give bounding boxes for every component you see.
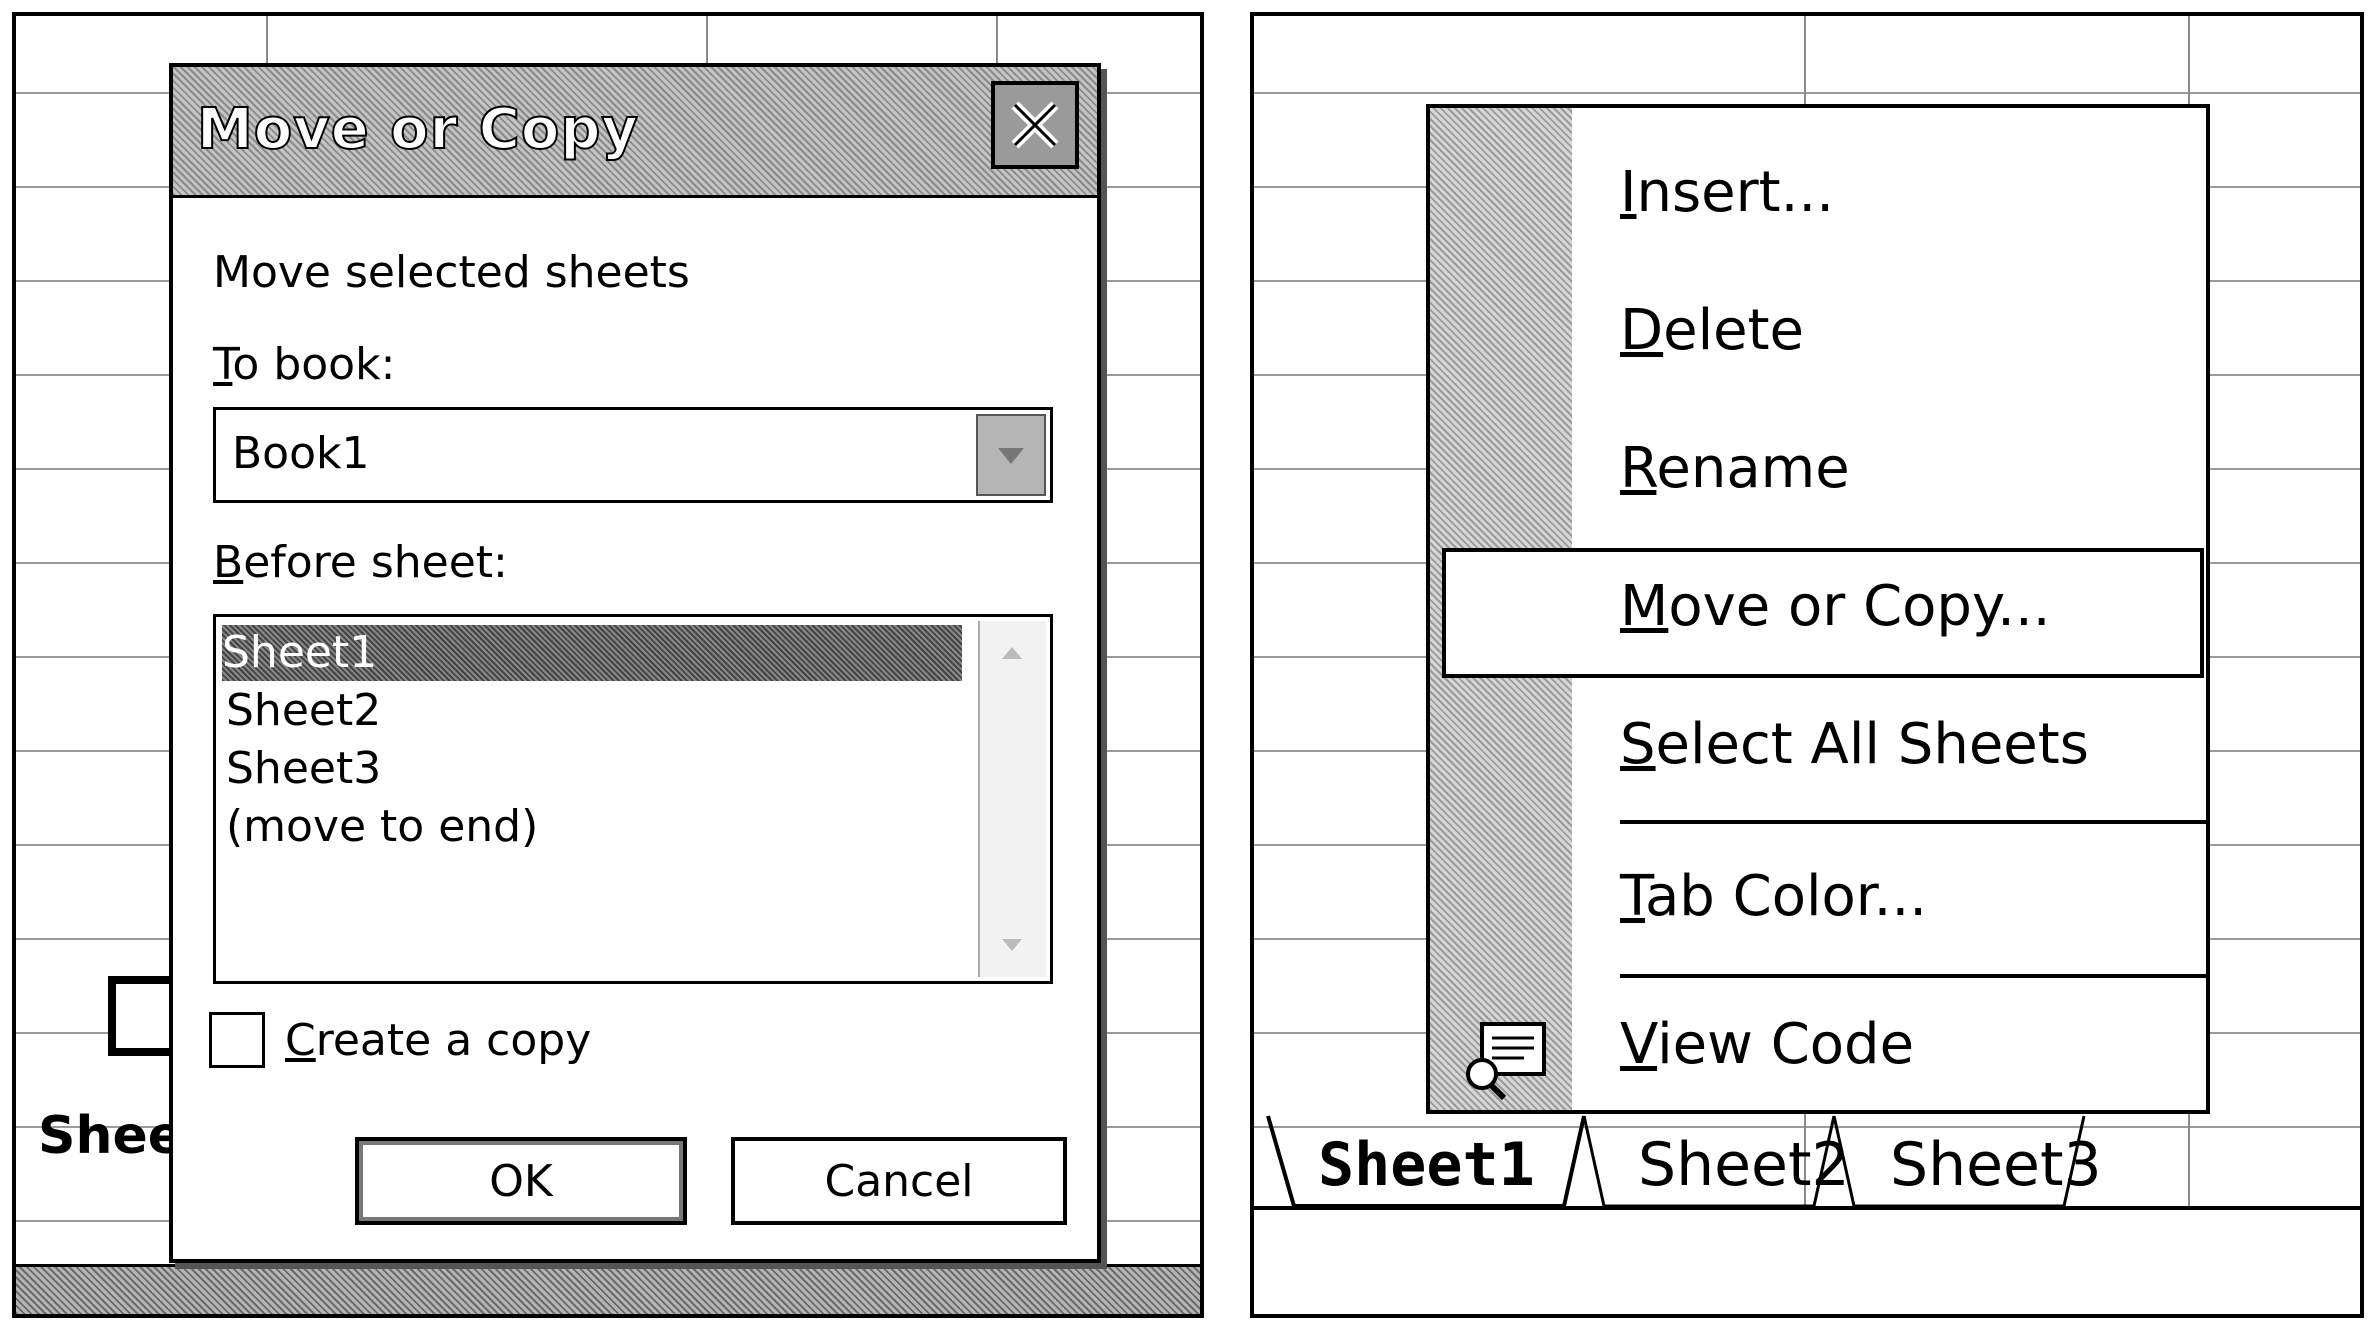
mnemonic-c: C (285, 1015, 316, 1066)
to-book-select[interactable]: Book1 (213, 407, 1053, 503)
dialog-prompt: Move selected sheets (213, 247, 690, 298)
menu-item-delete[interactable]: Delete (1620, 298, 1804, 363)
cancel-button[interactable]: Cancel (731, 1137, 1067, 1225)
sheet-context-menu: Insert... Delete Rename Move or Copy... … (1426, 104, 2210, 1114)
create-copy-label-rest: reate a copy (315, 1015, 592, 1066)
tab-sheet3[interactable]: Sheet3 (1890, 1130, 2102, 1200)
list-item-move-to-end[interactable]: (move to end) (226, 799, 538, 855)
sheet-tab-partial[interactable]: Shee (38, 1106, 183, 1166)
list-item-sheet2[interactable]: Sheet2 (226, 683, 381, 739)
mnemonic-t: T (213, 339, 233, 390)
list-item-sheet1[interactable]: Sheet1 (222, 625, 962, 681)
scroll-up-icon[interactable] (994, 635, 1030, 671)
before-sheet-list[interactable]: Sheet1 Sheet2 Sheet3 (move to end) (213, 614, 1053, 984)
list-scrollbar[interactable] (978, 621, 1046, 977)
tab-sheet1[interactable]: Sheet1 (1318, 1130, 1535, 1200)
menu-item-delete-label: elete (1663, 298, 1804, 363)
menu-item-insert-label: nsert... (1636, 160, 1835, 225)
to-book-label: To book: (213, 339, 395, 390)
view-code-icon (1466, 1022, 1546, 1100)
before-sheet-label-rest: efore sheet: (243, 537, 508, 588)
menu-item-tab-color-label: ab Color... (1644, 864, 1928, 929)
to-book-label-rest: o book: (232, 339, 396, 390)
menu-item-select-all-sheets-label: elect All Sheets (1655, 712, 2089, 777)
list-item-sheet3[interactable]: Sheet3 (226, 741, 381, 797)
right-screenshot-panel: Insert... Delete Rename Move or Copy... … (1250, 12, 2364, 1318)
create-copy-checkbox[interactable] (209, 1012, 265, 1068)
left-screenshot-panel: Shee Move or Copy Move selected sheets T… (12, 12, 1204, 1318)
menu-item-view-code[interactable]: View Code (1620, 1012, 1914, 1077)
move-or-copy-dialog: Move or Copy Move selected sheets To boo… (169, 63, 1101, 1263)
dialog-title: Move or Copy (196, 96, 639, 163)
mnemonic-i: I (1620, 160, 1637, 225)
menu-item-rename[interactable]: Rename (1620, 436, 1850, 501)
close-button[interactable] (991, 81, 1079, 169)
tab-sheet2[interactable]: Sheet2 (1638, 1130, 1850, 1200)
mnemonic-t: T (1620, 864, 1645, 929)
menu-item-move-or-copy[interactable]: Move or Copy... (1620, 574, 2051, 639)
before-sheet-label: Before sheet: (213, 537, 508, 588)
menu-separator (1620, 974, 2206, 978)
to-book-value: Book1 (232, 428, 370, 479)
mnemonic-v: V (1620, 1012, 1658, 1077)
menu-item-rename-label: ename (1656, 436, 1850, 501)
mnemonic-b: B (213, 537, 244, 588)
sheet-tabs: Sheet1 Sheet2 Sheet3 (1254, 1106, 2360, 1216)
selected-cell[interactable] (108, 976, 178, 1056)
mnemonic-d: D (1620, 298, 1664, 363)
menu-separator (1620, 820, 2206, 824)
status-bar (16, 1264, 1200, 1314)
ok-button[interactable]: OK (355, 1137, 687, 1225)
menu-item-select-all-sheets[interactable]: Select All Sheets (1620, 712, 2089, 777)
menu-item-view-code-label: iew Code (1657, 1012, 1915, 1077)
status-area (1254, 1210, 2360, 1314)
mnemonic-m: M (1620, 574, 1669, 639)
menu-item-insert[interactable]: Insert... (1620, 160, 1834, 225)
chevron-down-icon (998, 448, 1024, 464)
mnemonic-s: S (1620, 712, 1656, 777)
menu-item-tab-color[interactable]: Tab Color... (1620, 864, 1927, 929)
mnemonic-r: R (1620, 436, 1657, 501)
menu-item-move-or-copy-label: ove or Copy... (1668, 574, 2051, 639)
dropdown-button[interactable] (976, 414, 1046, 496)
scroll-down-icon[interactable] (994, 927, 1030, 963)
dialog-titlebar[interactable]: Move or Copy (173, 67, 1097, 198)
create-copy-label[interactable]: Create a copy (285, 1015, 591, 1066)
close-icon (1011, 101, 1059, 149)
